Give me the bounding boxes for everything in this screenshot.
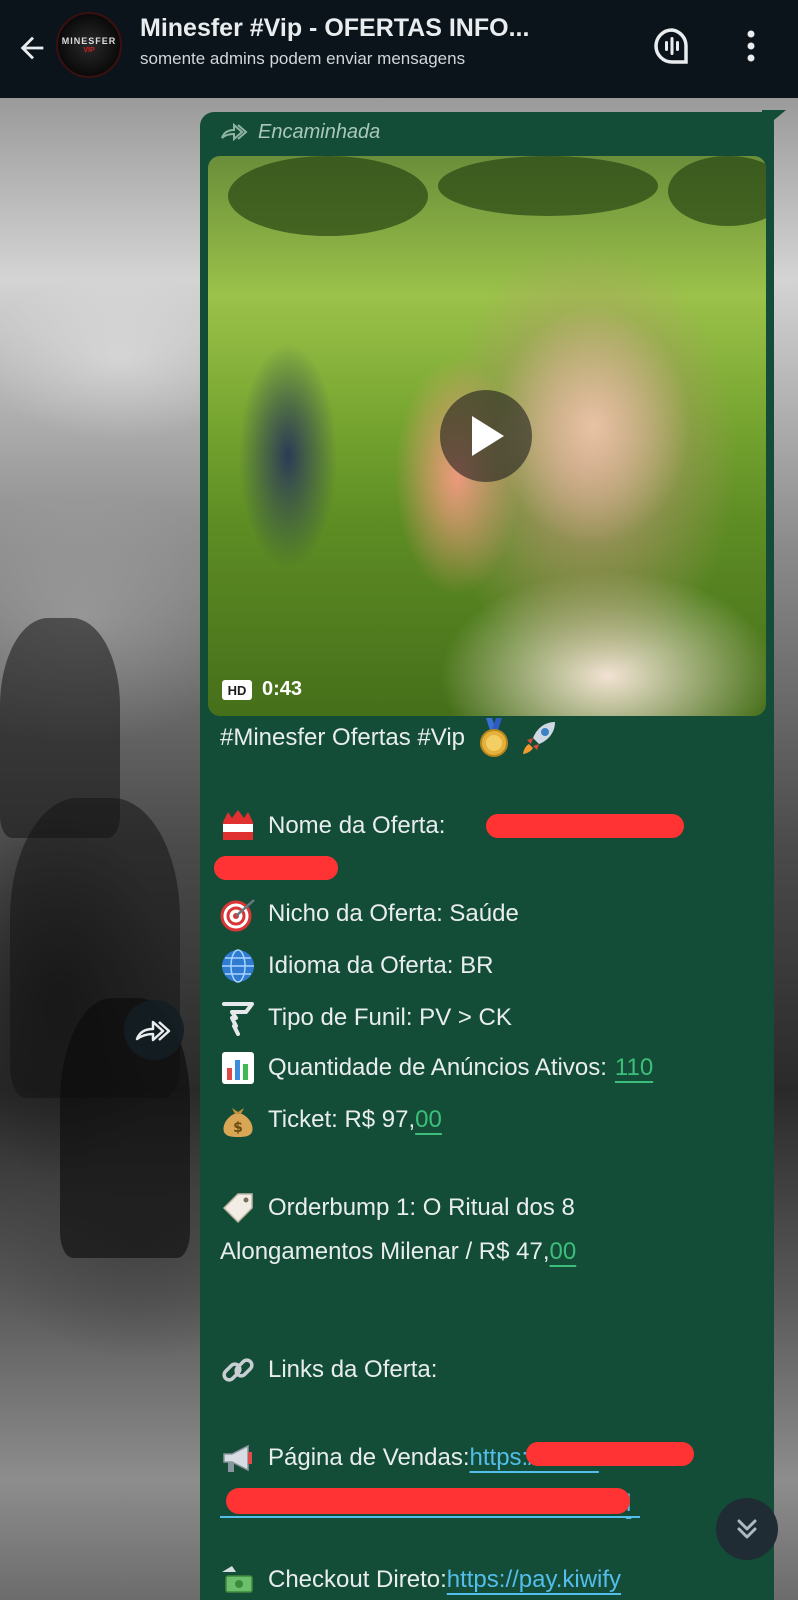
chat-header: MINESFER VIP Minesfer #Vip - OFERTAS INF… [0,0,798,98]
forward-icon [135,1020,171,1042]
ticket-line: $ Ticket: R$ 97, 00 [220,1100,442,1140]
voice-chat-icon [654,28,688,64]
offer-name-line: Nome da Oferta: [220,806,445,846]
links-label: Links da Oferta: [268,1356,438,1383]
niche-text: Nicho da Oferta: Saúde [268,900,519,927]
avatar-subtext: VIP [83,47,95,54]
globe-icon [220,948,256,984]
funnel-text: Tipo de Funil: PV > CK [268,1004,512,1031]
video-scenery [668,156,766,226]
orderbump-line-2: Alongamentos Milenar / R$ 47, 00 [220,1232,576,1272]
hashtag-line: #Minesfer Ofertas #Vip [220,718,559,758]
group-avatar[interactable]: MINESFER VIP [56,12,122,78]
checkout-url[interactable]: https://pay.kiwify [447,1566,621,1594]
target-icon [220,896,256,932]
forwarded-label: Encaminhada [220,118,380,146]
money-bag-icon: $ [220,1102,256,1138]
more-vertical-icon [747,30,755,62]
checkout-line: Checkout Direto: https://pay.kiwify [220,1560,621,1600]
video-scenery [438,156,658,216]
language-text: Idioma da Oferta: BR [268,952,494,979]
niche-line: Nicho da Oferta: Saúde [220,894,519,934]
video-scenery [228,156,428,236]
sales-page-label: Página de Vendas: [268,1444,470,1471]
redaction-mark [214,856,338,880]
orderbump-cents-link[interactable]: 00 [550,1238,577,1266]
forwarded-text: Encaminhada [258,120,381,143]
redaction-mark [526,1442,694,1466]
medal-icon [480,718,509,757]
chevron-double-down-icon [737,1519,757,1539]
arrow-left-icon [20,36,44,60]
chat-title-area[interactable]: Minesfer #Vip - OFERTAS INFO... somente … [140,14,610,69]
more-options-button[interactable] [736,26,766,66]
bar-chart-icon [220,1050,256,1086]
chain-link-icon [220,1352,256,1388]
offer-name-label: Nome da Oferta: [268,812,446,839]
back-button[interactable] [12,28,52,68]
chat-subtitle: somente admins podem enviar mensagens [140,49,466,68]
forward-message-button[interactable] [124,1000,184,1060]
tornado-icon [220,1000,256,1036]
ads-count-link[interactable]: 110 [615,1054,653,1082]
ads-label: Quantidade de Anúncios Ativos: [268,1054,607,1081]
rocket-icon [523,722,556,754]
money-wings-icon [220,1562,256,1598]
ticket-cents-link[interactable]: 00 [415,1106,442,1134]
ads-line: Quantidade de Anúncios Ativos: 110 [220,1048,653,1088]
funnel-line: Tipo de Funil: PV > CK [220,998,512,1038]
orderbump-text: Orderbump 1: O Ritual dos 8 [268,1194,575,1221]
ticket-label: Ticket: R$ 97, [268,1106,416,1133]
video-duration: 0:43 [262,678,303,700]
avatar-text: MINESFER [61,36,117,46]
tag-icon [220,1190,256,1226]
links-line: Links da Oferta: [220,1350,437,1390]
orderbump-line: Orderbump 1: O Ritual dos 8 [220,1188,575,1228]
voice-chat-button[interactable] [652,26,692,66]
play-icon [472,416,504,456]
chat-title: Minesfer #Vip - OFERTAS INFO... [140,14,530,42]
redaction-mark [486,814,684,838]
forward-icon [221,122,248,142]
language-line: Idioma da Oferta: BR [220,946,493,986]
name-badge-icon [220,808,256,844]
play-button[interactable] [440,390,532,482]
sales-url-underline [220,1516,640,1518]
hashtag-text: #Minesfer Ofertas #Vip [220,724,466,751]
bubble-tail [762,110,786,130]
svg-text:$: $ [233,1120,243,1136]
hd-badge: HD [222,680,252,700]
orderbump-text-2: Alongamentos Milenar / R$ 47, [220,1238,550,1265]
checkout-label: Checkout Direto: [268,1566,447,1593]
megaphone-icon [220,1440,256,1476]
redaction-mark [226,1488,630,1514]
scroll-to-bottom-button[interactable] [716,1498,778,1560]
